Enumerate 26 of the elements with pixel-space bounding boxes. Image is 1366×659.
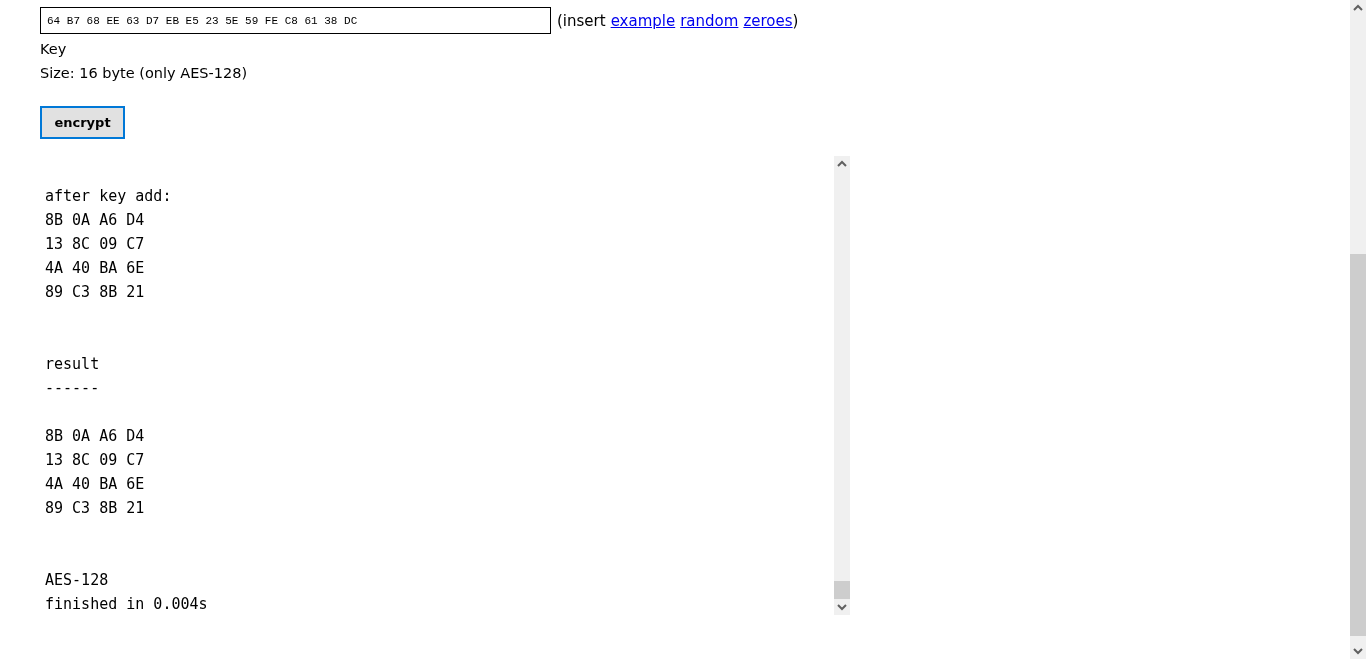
key-label: Key [40,40,68,59]
output-line: finished in 0.004s [45,594,209,615]
insert-label: (insert [557,11,606,30]
output-line: 8B 0A A6 D4 [45,210,146,231]
output-scrollbar[interactable] [834,156,850,615]
output-line: AES-128 [45,570,110,591]
output-line: 8B 0A A6 D4 [45,426,146,447]
output-line: 89 C3 8B 21 [45,498,146,519]
output-line: after key add: [45,186,173,207]
scroll-thumb[interactable] [1350,254,1366,636]
output-line: 13 8C 09 C7 [45,234,146,255]
output-line: 4A 40 BA 6E [45,474,146,495]
scroll-thumb[interactable] [834,581,850,599]
key-input-field[interactable]: 64 B7 68 EE 63 D7 EB E5 23 5E 59 FE C8 61 38 DC [40,7,551,34]
size-note: Size: 16 byte (only AES-128) [40,64,249,83]
output-line: 89 C3 8B 21 [45,282,146,303]
page-scrollbar[interactable] [1350,0,1366,659]
closing-paren: ) [792,11,799,30]
output-line: ------ [45,378,101,399]
output-line: 13 8C 09 C7 [45,450,146,471]
output-line: result [45,354,101,375]
output-line: 4A 40 BA 6E [45,258,146,279]
insert-link[interactable]: zeroes [743,11,793,30]
insert-link[interactable]: example [610,11,676,30]
encrypt-button[interactable]: encrypt [40,106,125,139]
insert-link[interactable]: random [680,11,739,30]
